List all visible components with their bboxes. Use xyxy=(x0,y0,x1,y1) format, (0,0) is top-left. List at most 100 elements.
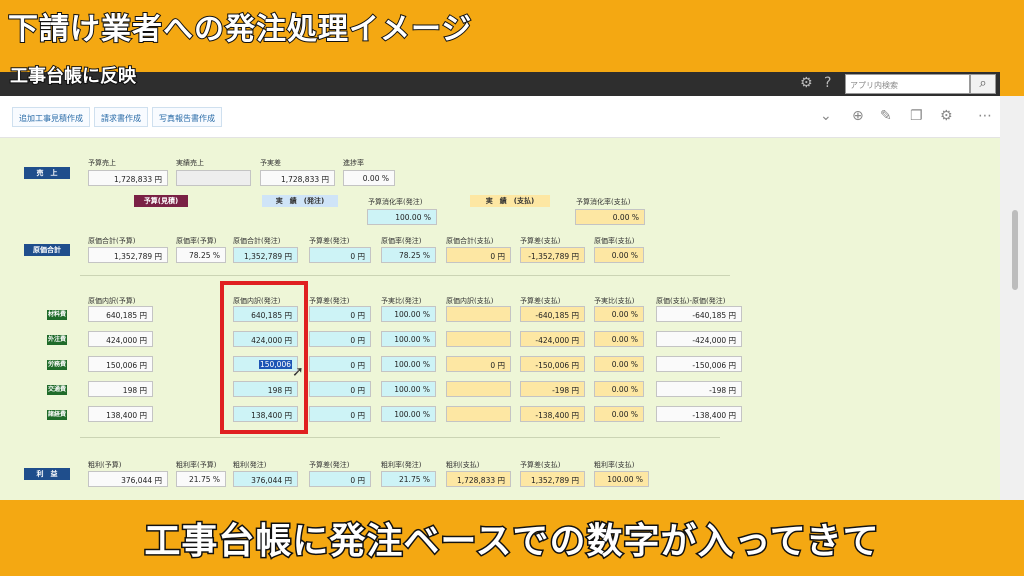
sales-budget-field[interactable]: 1,728,833 円 xyxy=(88,170,168,186)
breakdown-cell[interactable]: -138,400 円 xyxy=(520,406,585,422)
breakdown-cell[interactable] xyxy=(446,306,511,322)
help-icon[interactable]: ? xyxy=(824,75,831,91)
breakdown-cell[interactable]: -150,006 円 xyxy=(520,356,585,372)
cost-rate-pay-field[interactable]: 0.00 % xyxy=(594,247,644,263)
breakdown-cell[interactable]: 640,185 円 xyxy=(88,306,153,322)
breakdown-cell[interactable]: 0.00 % xyxy=(594,331,644,347)
breakdown-cell[interactable]: 198 円 xyxy=(88,381,153,397)
cost-total-header: 予算差(支払) xyxy=(520,237,561,245)
edit-icon[interactable]: ✎ xyxy=(880,108,892,124)
budget-usage-pay-field[interactable]: 0.00 % xyxy=(575,209,645,225)
breakdown-cell[interactable]: 100.00 % xyxy=(381,356,436,372)
actual-pay-tag: 実 績 (支払) xyxy=(470,195,550,207)
breakdown-header: 予実比(発注) xyxy=(381,297,422,305)
scrollbar[interactable] xyxy=(1000,96,1024,500)
profit-header: 粗利率(支払) xyxy=(594,461,635,469)
breakdown-cell[interactable]: 424,000 円 xyxy=(88,331,153,347)
cost-total-header: 予算差(発注) xyxy=(309,237,350,245)
search-input[interactable]: アプリ内検索 xyxy=(845,74,970,94)
breakdown-cell[interactable]: 100.00 % xyxy=(381,406,436,422)
photo-report-button[interactable]: 写真報告書作成 xyxy=(152,107,222,127)
overlay-subtitle: 工事台帳に反映 xyxy=(9,65,137,88)
breakdown-cell[interactable]: -424,000 円 xyxy=(520,331,585,347)
profit-rate-order-field[interactable]: 21.75 % xyxy=(381,471,436,487)
toolbar: 追加工事見積作成 請求書作成 写真報告書作成 ⌄ ⊕ ✎ ❐ ⚙ ⋯ xyxy=(0,96,1000,138)
breakdown-cell[interactable]: 0.00 % xyxy=(594,306,644,322)
sales-progress-field[interactable]: 0.00 % xyxy=(343,170,395,186)
breakdown-cell[interactable]: 138,400 円 xyxy=(88,406,153,422)
budget-diff-pay-field[interactable]: -1,352,789 円 xyxy=(520,247,585,263)
cost-rate-budget-field[interactable]: 78.25 % xyxy=(176,247,226,263)
budget-usage-pay-header: 予算消化率(支払) xyxy=(576,198,631,206)
scrollbar-thumb[interactable] xyxy=(1012,210,1018,290)
cost-rate-order-field[interactable]: 78.25 % xyxy=(381,247,436,263)
gear-icon[interactable]: ⚙ xyxy=(940,108,953,124)
gear-icon[interactable]: ⚙ xyxy=(800,75,813,91)
invoice-button[interactable]: 請求書作成 xyxy=(94,107,148,127)
category-label: 外注費 xyxy=(47,335,67,345)
cost-total-header: 原価合計(予算) xyxy=(88,237,136,245)
budget-usage-order-field[interactable]: 100.00 % xyxy=(367,209,437,225)
breakdown-cell[interactable]: 0.00 % xyxy=(594,406,644,422)
cost-total-header: 原価合計(支払) xyxy=(446,237,494,245)
actual-order-tag: 実 績 (発注) xyxy=(262,195,338,207)
profit-diff-pay-field[interactable]: 1,352,789 円 xyxy=(520,471,585,487)
breakdown-cell[interactable]: -424,000 円 xyxy=(656,331,742,347)
cost-total-order-field[interactable]: 1,352,789 円 xyxy=(233,247,298,263)
profit-diff-order-field[interactable]: 0 円 xyxy=(309,471,371,487)
breakdown-cell[interactable]: 100.00 % xyxy=(381,331,436,347)
profit-header: 粗利(支払) xyxy=(446,461,480,469)
sales-header: 進捗率 xyxy=(343,159,364,167)
sales-header: 予実差 xyxy=(260,159,281,167)
breakdown-cell[interactable]: 0 円 xyxy=(446,356,511,372)
profit-header: 粗利(発注) xyxy=(233,461,267,469)
profit-budget-field[interactable]: 376,044 円 xyxy=(88,471,168,487)
breakdown-cell[interactable]: 0 円 xyxy=(309,331,371,347)
breakdown-cell[interactable]: -138,400 円 xyxy=(656,406,742,422)
breakdown-header: 原価(支払)-原価(発注) xyxy=(656,297,726,305)
breakdown-cell[interactable]: -198 円 xyxy=(656,381,742,397)
breakdown-cell[interactable]: 0 円 xyxy=(309,381,371,397)
breakdown-cell[interactable]: -150,006 円 xyxy=(656,356,742,372)
more-icon[interactable]: ⋯ xyxy=(978,108,992,124)
cost-total-header: 原価合計(発注) xyxy=(233,237,281,245)
breakdown-cell[interactable]: 0 円 xyxy=(309,356,371,372)
budget-diff-order-field[interactable]: 0 円 xyxy=(309,247,371,263)
breakdown-cell[interactable]: -640,185 円 xyxy=(656,306,742,322)
additional-estimate-button[interactable]: 追加工事見積作成 xyxy=(12,107,90,127)
breakdown-cell[interactable]: 100.00 % xyxy=(381,306,436,322)
profit-order-field[interactable]: 376,044 円 xyxy=(233,471,298,487)
cost-total-label: 原価合計 xyxy=(24,244,70,256)
breakdown-header: 予算差(支払) xyxy=(520,297,561,305)
sales-actual-field[interactable] xyxy=(176,170,251,186)
breakdown-cell[interactable] xyxy=(446,406,511,422)
overlay-title: 下請け業者への発注処理イメージ xyxy=(7,11,473,48)
copy-icon[interactable]: ❐ xyxy=(910,108,923,124)
cost-total-pay-field[interactable]: 0 円 xyxy=(446,247,511,263)
breakdown-cell[interactable]: -198 円 xyxy=(520,381,585,397)
breakdown-cell[interactable]: 0 円 xyxy=(309,406,371,422)
breakdown-cell[interactable]: 0.00 % xyxy=(594,381,644,397)
breakdown-cell[interactable]: 0 円 xyxy=(309,306,371,322)
chevron-down-icon[interactable]: ⌄ xyxy=(820,108,832,124)
search-icon[interactable]: ⌕ xyxy=(970,74,996,94)
cost-total-budget-field[interactable]: 1,352,789 円 xyxy=(88,247,168,263)
breakdown-cell[interactable]: 150,006 円 xyxy=(88,356,153,372)
budget-tag: 予算(見積) xyxy=(134,195,188,207)
profit-header: 粗利率(予算) xyxy=(176,461,217,469)
breakdown-cell[interactable]: -640,185 円 xyxy=(520,306,585,322)
budget-usage-order-header: 予算消化率(発注) xyxy=(368,198,423,206)
breakdown-cell[interactable] xyxy=(446,331,511,347)
breakdown-cell[interactable]: 100.00 % xyxy=(381,381,436,397)
profit-rate-budget-field[interactable]: 21.75 % xyxy=(176,471,226,487)
profit-pay-field[interactable]: 1,728,833 円 xyxy=(446,471,511,487)
plus-icon[interactable]: ⊕ xyxy=(852,108,864,124)
breakdown-cell[interactable] xyxy=(446,381,511,397)
breakdown-header: 予算差(発注) xyxy=(309,297,350,305)
profit-label: 利 益 xyxy=(24,468,70,480)
breakdown-cell[interactable]: 0.00 % xyxy=(594,356,644,372)
profit-rate-pay-field[interactable]: 100.00 % xyxy=(594,471,649,487)
sales-diff-field[interactable]: 1,728,833 円 xyxy=(260,170,335,186)
sales-label: 売 上 xyxy=(24,167,70,179)
category-label: 材料費 xyxy=(47,310,67,320)
